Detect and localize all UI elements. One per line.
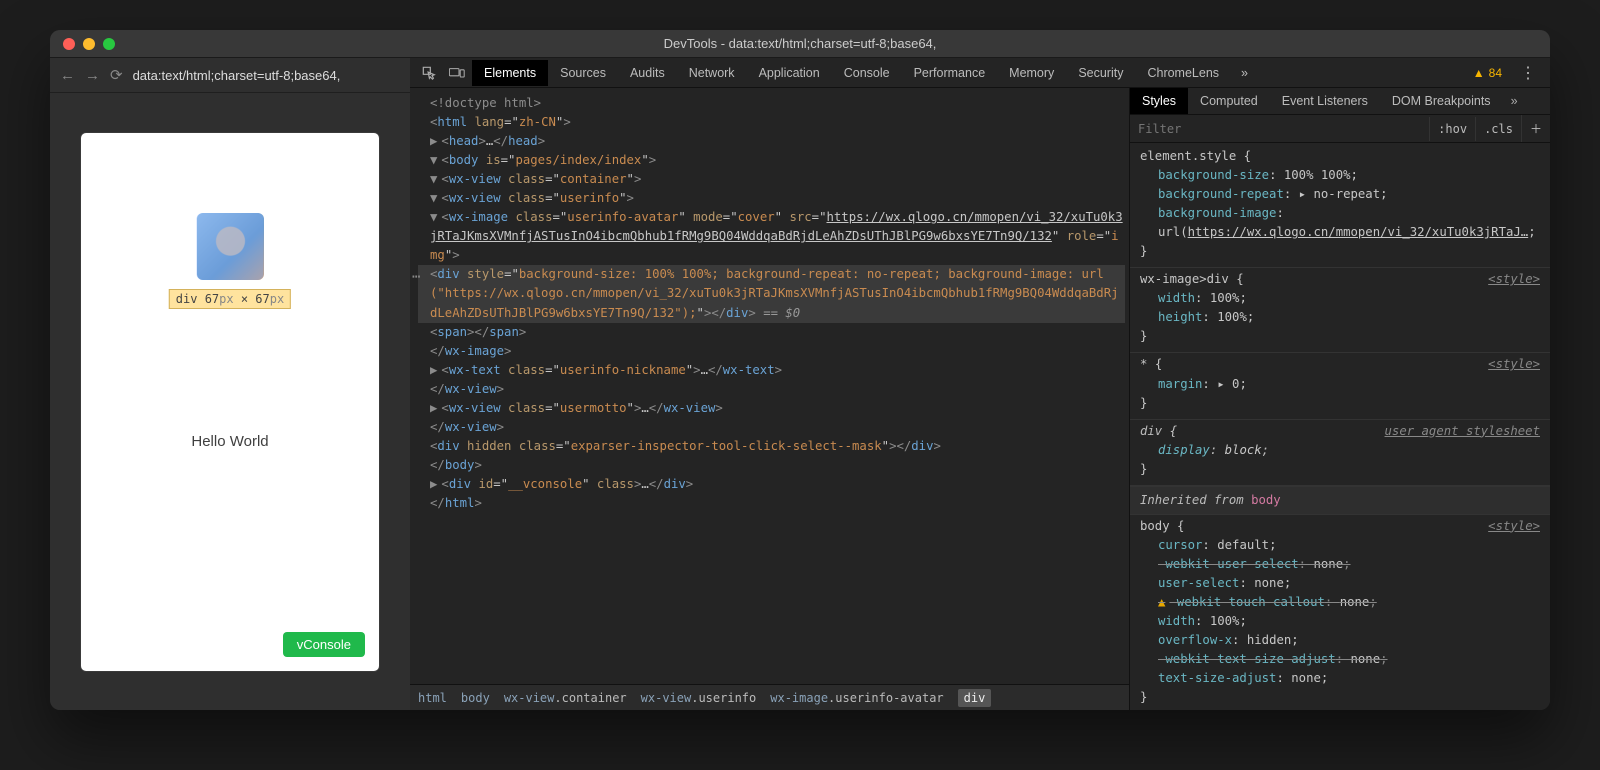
devtools-panel: ElementsSourcesAuditsNetworkApplicationC…	[410, 58, 1550, 710]
tip-px2: px	[270, 292, 284, 306]
breadcrumb-item[interactable]: wx-image.userinfo-avatar	[770, 691, 943, 705]
tab-sources[interactable]: Sources	[548, 60, 618, 86]
back-icon[interactable]: ←	[60, 67, 75, 84]
dom-node[interactable]: ▼<body is="pages/index/index">	[418, 151, 1125, 170]
inspect-element-icon[interactable]	[416, 62, 442, 84]
breadcrumb-item[interactable]: div	[958, 689, 992, 707]
css-rule[interactable]: <style>wx-image>div {width: 100%;height:…	[1130, 268, 1550, 353]
breadcrumb-item[interactable]: wx-view.container	[504, 691, 627, 705]
main-split: ← → ⟳ data:text/html;charset=utf-8;base6…	[50, 58, 1550, 710]
elements-panel: <!doctype html><html lang="zh-CN">▶<head…	[410, 88, 1130, 710]
preview-pane: ← → ⟳ data:text/html;charset=utf-8;base6…	[50, 58, 410, 710]
breadcrumb-item[interactable]: body	[461, 691, 490, 705]
tab-elements[interactable]: Elements	[472, 60, 548, 86]
css-rule[interactable]: <style>body {cursor: default;-webkit-use…	[1130, 515, 1550, 710]
device-frame: div 67px × 67px Hello World vConsole	[80, 132, 380, 672]
hov-button[interactable]: :hov	[1429, 117, 1475, 141]
tab-application[interactable]: Application	[747, 60, 832, 86]
dom-node[interactable]: ▶<head>…</head>	[418, 132, 1125, 151]
reload-icon[interactable]: ⟳	[110, 66, 123, 84]
address-bar: ← → ⟳ data:text/html;charset=utf-8;base6…	[50, 58, 410, 93]
styles-panel: StylesComputedEvent ListenersDOM Breakpo…	[1130, 88, 1550, 710]
dom-node[interactable]: ▶<div id="__vconsole" class>…</div>	[418, 475, 1125, 494]
tab-chromelens[interactable]: ChromeLens	[1135, 60, 1231, 86]
devtools-menu-icon[interactable]: ⋮	[1512, 63, 1544, 83]
tab-security[interactable]: Security	[1066, 60, 1135, 86]
forward-icon[interactable]: →	[85, 67, 100, 84]
tab-performance[interactable]: Performance	[902, 60, 998, 86]
inspect-size-tip: div 67px × 67px	[169, 289, 291, 309]
styles-tabs: StylesComputedEvent ListenersDOM Breakpo…	[1130, 88, 1550, 115]
breadcrumb: html body wx-view.container wx-view.userinf…	[410, 684, 1129, 710]
styles-tab-computed[interactable]: Computed	[1188, 88, 1270, 114]
new-rule-button[interactable]: ＋	[1521, 115, 1550, 142]
styles-tab-dom-breakpoints[interactable]: DOM Breakpoints	[1380, 88, 1503, 114]
dom-node[interactable]: <!doctype html>	[418, 94, 1125, 113]
styles-filter-input[interactable]	[1130, 117, 1429, 141]
tip-tag: div	[176, 292, 198, 306]
dom-node[interactable]: ⋯<div style="background-size: 100% 100%;…	[418, 265, 1125, 322]
dom-node[interactable]: </html>	[418, 494, 1125, 513]
dom-node[interactable]: </wx-image>	[418, 342, 1125, 361]
dom-node[interactable]: ▶<wx-text class="userinfo-nickname">…</w…	[418, 361, 1125, 380]
tip-px1: px	[219, 292, 233, 306]
breadcrumb-item[interactable]: html	[418, 691, 447, 705]
dom-tree[interactable]: <!doctype html><html lang="zh-CN">▶<head…	[410, 88, 1129, 684]
styles-tab-event-listeners[interactable]: Event Listeners	[1270, 88, 1380, 114]
hello-world-text: Hello World	[81, 433, 379, 450]
tab-network[interactable]: Network	[677, 60, 747, 86]
dom-node[interactable]: <div hidden class="exparser-inspector-to…	[418, 437, 1125, 456]
dom-node[interactable]: </wx-view>	[418, 380, 1125, 399]
devtools-window: DevTools - data:text/html;charset=utf-8;…	[50, 30, 1550, 710]
devtools-tabs: ElementsSourcesAuditsNetworkApplicationC…	[472, 60, 1231, 86]
breadcrumb-item[interactable]: wx-view.userinfo	[641, 691, 757, 705]
styles-filter-row: :hov .cls ＋	[1130, 115, 1550, 143]
warnings-badge[interactable]: ▲ 84	[1465, 66, 1510, 80]
devtools-toolbar: ElementsSourcesAuditsNetworkApplicationC…	[410, 58, 1550, 88]
styles-body[interactable]: element.style {background-size: 100% 100…	[1130, 143, 1550, 710]
dom-node[interactable]: ▶<wx-view class="usermotto">…</wx-view>	[418, 399, 1125, 418]
window-title: DevTools - data:text/html;charset=utf-8;…	[50, 36, 1550, 51]
tab-memory[interactable]: Memory	[997, 60, 1066, 86]
dom-node[interactable]: ▼<wx-view class="userinfo">	[418, 189, 1125, 208]
tip-h: 67	[255, 292, 269, 306]
tab-audits[interactable]: Audits	[618, 60, 677, 86]
dom-node[interactable]: ▼<wx-view class="container">	[418, 170, 1125, 189]
warning-count: 84	[1489, 66, 1502, 80]
css-rule[interactable]: <style>* {margin: ▸ 0;}	[1130, 353, 1550, 419]
vconsole-button[interactable]: vConsole	[283, 632, 365, 657]
dom-node[interactable]: <span></span>	[418, 323, 1125, 342]
css-rule[interactable]: user agent stylesheetdiv {display: block…	[1130, 420, 1550, 486]
inherited-from-row: Inherited from body	[1130, 486, 1550, 515]
tip-w: 67	[205, 292, 219, 306]
styles-tab-styles[interactable]: Styles	[1130, 88, 1188, 114]
dom-node[interactable]: ▼<wx-image class="userinfo-avatar" mode=…	[418, 208, 1125, 265]
url-text[interactable]: data:text/html;charset=utf-8;base64,	[133, 68, 400, 83]
tip-times: ×	[234, 292, 256, 306]
device-toggle-icon[interactable]	[444, 62, 470, 84]
cls-button[interactable]: .cls	[1475, 117, 1521, 141]
dom-node[interactable]: </body>	[418, 456, 1125, 475]
dom-node[interactable]: </wx-view>	[418, 418, 1125, 437]
device-bed: div 67px × 67px Hello World vConsole	[50, 93, 410, 710]
tab-console[interactable]: Console	[832, 60, 902, 86]
window-titlebar: DevTools - data:text/html;charset=utf-8;…	[50, 30, 1550, 58]
inspect-highlight	[197, 213, 264, 280]
styles-tabs-more[interactable]: »	[1503, 88, 1526, 114]
devtools-body: <!doctype html><html lang="zh-CN">▶<head…	[410, 88, 1550, 710]
dom-node[interactable]: <html lang="zh-CN">	[418, 113, 1125, 132]
css-rule[interactable]: element.style {background-size: 100% 100…	[1130, 145, 1550, 268]
devtools-tabs-more[interactable]: »	[1233, 60, 1256, 86]
warning-icon: ▲	[1473, 66, 1485, 80]
